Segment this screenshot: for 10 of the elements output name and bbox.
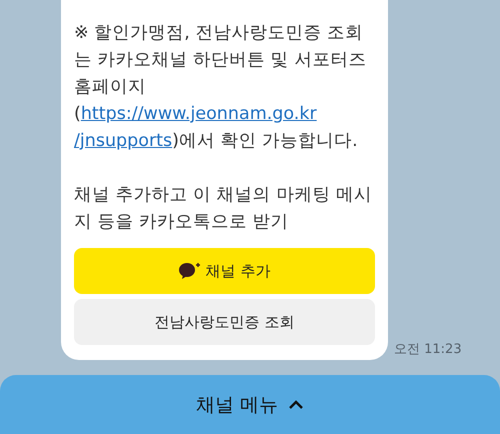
- homepage-link[interactable]: /jnsupports: [74, 131, 172, 151]
- invite-text: 채널 추가하고 이 채널의 마케팅 메시지 등을 카카오톡으로 받기: [74, 184, 373, 234]
- add-channel-button[interactable]: 채널 추가: [74, 248, 375, 294]
- channel-plus-icon: [178, 262, 201, 280]
- id-lookup-button[interactable]: 전남사랑도민증 조회: [74, 299, 375, 345]
- message-time: 오전 11:23: [394, 341, 462, 358]
- notice-text: ※ 할인가맹점, 전남사랑도민증 조회는 카카오채널 하단버튼 및 서포터즈 홈페이지 (https://www.jeonnam.go.kr /jnsupports)에서 확인 가능합니다.: [74, 22, 368, 153]
- chevron-icon: [288, 400, 304, 410]
- homepage-link[interactable]: https://www.jeonnam.go.kr: [80, 104, 317, 124]
- channel-menu-button[interactable]: 채널 메뉴: [0, 375, 500, 434]
